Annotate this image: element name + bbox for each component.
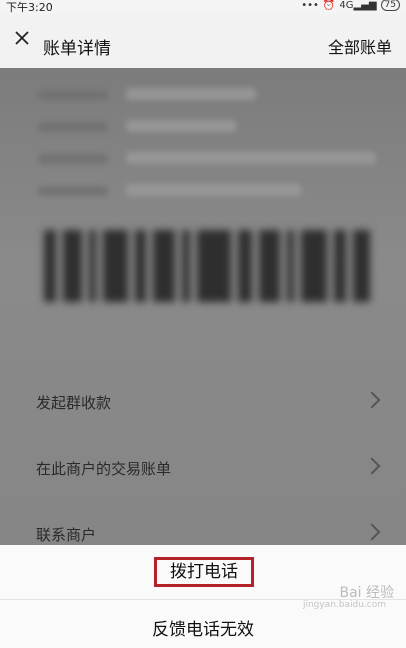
menu-row-contact-merchant[interactable]: 联系商户 [0, 502, 406, 545]
watermark-logo: Bai 经验 [339, 585, 394, 601]
more-dots-icon: ••• [301, 0, 319, 11]
close-icon[interactable] [14, 30, 30, 46]
signal-icon: 4G▂▄▆ [339, 0, 377, 11]
battery-icon: 75 [380, 0, 400, 11]
blurred-value [126, 120, 236, 132]
alarm-icon: ⏰ [322, 0, 336, 11]
blurred-value [126, 88, 256, 100]
header: 账单详情 全部账单 [0, 14, 406, 68]
all-bills-button[interactable]: 全部账单 [328, 34, 392, 58]
chevron-right-icon [363, 391, 381, 409]
blurred-label [38, 122, 108, 132]
chevron-right-icon [363, 457, 381, 475]
menu-row-label: 联系商户 [36, 526, 97, 544]
chevron-right-icon [363, 523, 381, 541]
status-bar: 下午3:20 ••• ⏰ 4G▂▄▆ 75 [0, 0, 406, 14]
blurred-value [126, 152, 376, 164]
call-phone-label: 拨打电话 [154, 557, 254, 587]
watermark-url: jingyan.baidu.com [302, 600, 386, 610]
menu-row-group-collect[interactable]: 发起群收款 [0, 370, 406, 430]
blurred-label [38, 90, 108, 100]
blurred-value [126, 184, 301, 196]
menu-row-label: 发起群收款 [36, 394, 112, 412]
menu-row-merchant-bills[interactable]: 在此商户的交易账单 [0, 436, 406, 496]
page-title: 账单详情 [43, 39, 111, 59]
blurred-label [38, 186, 108, 196]
feedback-label: 反馈电话无效 [152, 620, 254, 640]
menu-row-label: 在此商户的交易账单 [36, 460, 172, 478]
status-icons: ••• ⏰ 4G▂▄▆ 75 [301, 0, 400, 11]
blurred-bill-content: 发起群收款 在此商户的交易账单 联系商户 [0, 68, 406, 545]
blurred-barcode [44, 230, 371, 302]
status-time: 下午3:20 [6, 1, 53, 14]
blurred-label [38, 154, 108, 164]
